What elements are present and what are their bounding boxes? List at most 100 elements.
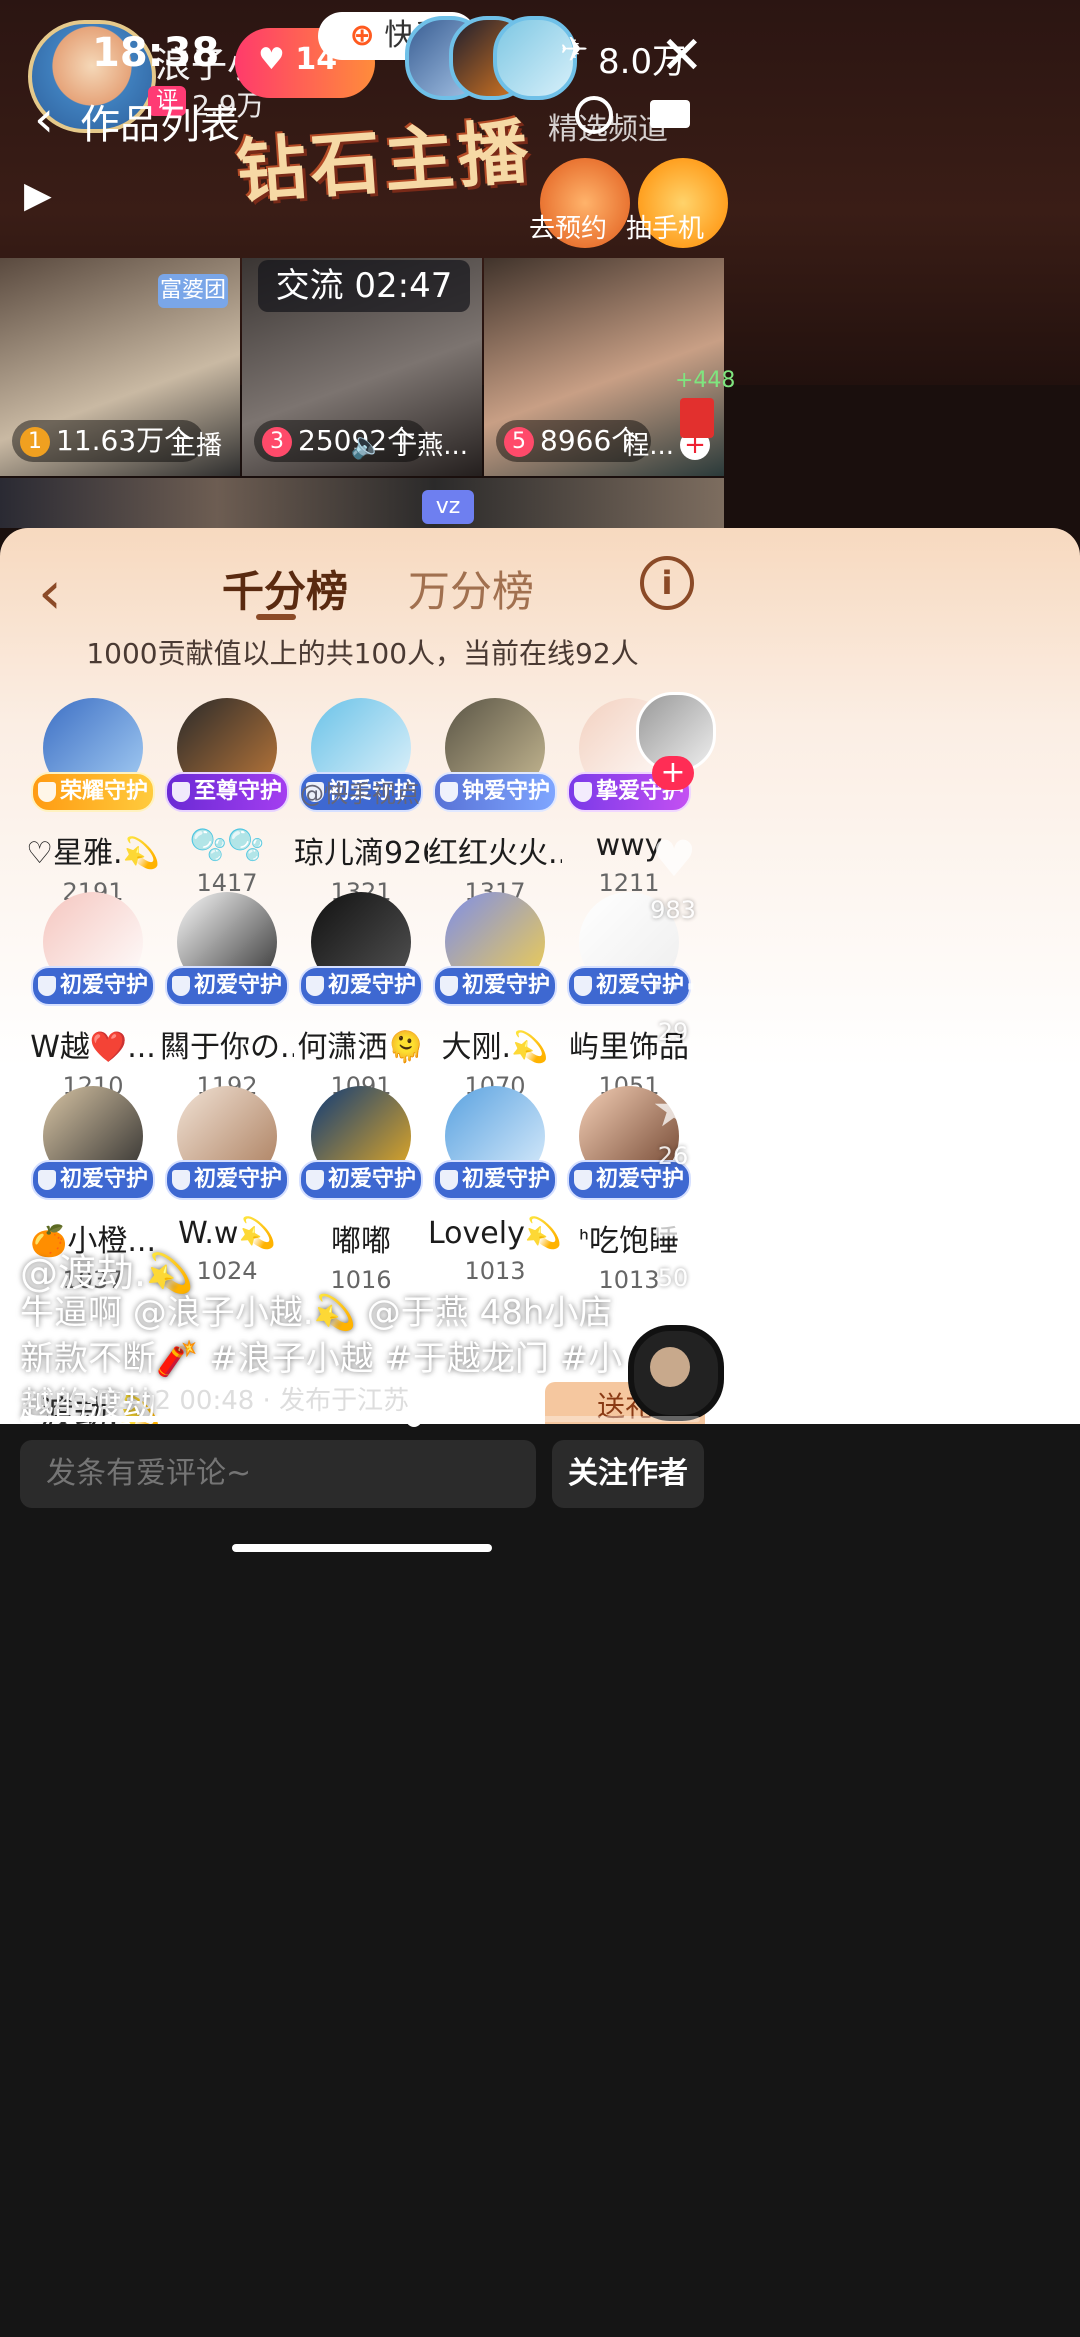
tile-label: 主播 — [169, 431, 222, 461]
ranking-entry[interactable]: 初爱守护大刚.💫1070 — [428, 892, 562, 1100]
video-progress-handle[interactable] — [406, 1411, 422, 1427]
user-name: 🫧🫧 — [189, 828, 265, 863]
like-count: 983 — [650, 896, 696, 924]
guard-badge-label: 初爱守护 — [59, 1167, 148, 1192]
menu-icon[interactable] — [650, 100, 690, 128]
shield-icon — [171, 782, 190, 802]
play-arrow-icon[interactable]: ▶ — [24, 175, 52, 216]
guard-badge: 初爱守护 — [165, 1160, 289, 1200]
user-name: 大刚.💫 — [441, 1030, 549, 1065]
share-count: 50 — [657, 1264, 689, 1292]
follow-author-button[interactable]: 关注作者 — [552, 1440, 704, 1508]
guard-badge-label: 初爱守护 — [193, 1167, 282, 1192]
tab-thousand[interactable]: 千分榜 — [222, 558, 348, 619]
panel-back-icon[interactable]: ‹ — [38, 558, 62, 628]
rank-number: 1 — [20, 427, 50, 457]
gift-label-lottery[interactable]: 抽手机 — [600, 208, 730, 245]
shield-icon — [171, 1170, 190, 1190]
guard-badge-label: 初爱守护 — [461, 1167, 550, 1192]
shield-icon — [37, 1170, 56, 1190]
guard-badge: 至尊守护 — [165, 772, 289, 812]
user-name: 红红火火... — [428, 836, 562, 871]
search-icon[interactable] — [575, 96, 613, 134]
live-tile[interactable]: 5 8966个 程... + — [484, 258, 724, 476]
guard-badge-label: 钟爱守护 — [461, 779, 550, 804]
mute-icon: 🔈 — [350, 431, 383, 461]
ranking-entry[interactable]: 初爱守护W越❤️...1210 — [26, 892, 160, 1100]
tile-label: 程... — [623, 431, 674, 461]
shield-icon — [305, 976, 324, 996]
guard-badge-label: 至尊守护 — [193, 779, 282, 804]
shield-icon — [37, 782, 56, 802]
guard-badge: 初爱守护 — [165, 966, 289, 1006]
guard-badge-label: 初爱守护 — [327, 973, 416, 998]
kuaishou-logo-icon: ⊕ — [349, 18, 375, 53]
guard-badge-label: 初爱守护 — [59, 973, 148, 998]
favorite-count: 26 — [657, 1142, 689, 1170]
ranking-entry[interactable]: 至尊守护 🫧🫧 1417 — [160, 698, 294, 897]
post-meta: 2026-02-02 00:48 · 发布于江苏 — [20, 1386, 410, 1416]
video-progress-fill — [20, 1416, 414, 1422]
guard-badge: 初爱守护 — [299, 1160, 423, 1200]
comment-input[interactable] — [20, 1440, 536, 1508]
shield-icon — [573, 976, 592, 996]
bottom-bar — [0, 1424, 1080, 2337]
ranking-entry[interactable]: 荣耀守护♡星雅.💫2191 — [26, 698, 160, 906]
ranking-subtitle: 1000贡献值以上的共100人，当前在线92人 — [86, 637, 639, 670]
guard-badge: 钟爱守护 — [433, 772, 557, 812]
close-icon[interactable]: ✕ — [660, 26, 704, 86]
follow-plus-icon[interactable]: + — [652, 756, 694, 790]
shield-icon — [37, 976, 56, 996]
comment-icon[interactable]: ⋯ — [646, 956, 702, 1014]
guard-badge-label: 荣耀守护 — [59, 779, 148, 804]
user-name: ♡星雅.💫 — [26, 836, 160, 871]
user-name: 嘟嘟 — [331, 1224, 391, 1259]
like-icon[interactable]: ♥ — [646, 830, 702, 888]
tile-badge: 富婆团 — [158, 274, 228, 308]
shield-icon — [439, 782, 458, 802]
ranking-entry[interactable]: 钟爱守护红红火火...1317 — [428, 698, 562, 906]
pk-timer: 交流 02:47 — [258, 260, 470, 312]
top-viewer-avatars[interactable] — [405, 16, 577, 100]
watermark: @快手视点 — [300, 780, 420, 808]
guard-badge: 初爱守护 — [299, 966, 423, 1006]
ranking-entry[interactable]: 初爱守护闗于你の...1192 — [160, 892, 294, 1100]
info-icon[interactable]: i — [640, 556, 694, 610]
vz-badge: vz — [422, 490, 474, 524]
live-tile-row[interactable] — [0, 478, 724, 528]
guard-badge-label: 初爱守护 — [193, 973, 282, 998]
guard-badge: 初爱守护 — [433, 1160, 557, 1200]
user-name: Lovely💫 — [428, 1216, 562, 1251]
guard-badge-label: 初爱守护 — [327, 1167, 416, 1192]
back-title[interactable]: 作品列表 — [80, 92, 240, 150]
home-indicator[interactable] — [232, 1544, 492, 1552]
music-disc-cover — [650, 1347, 690, 1387]
red-packet-icon[interactable] — [680, 398, 714, 438]
ranking-entry[interactable]: 初爱守护 Lovely💫 1013 — [428, 1086, 562, 1285]
airplane-icon: ✈ — [560, 30, 589, 70]
tile-label: 🔈 于燕... — [350, 431, 468, 461]
user-name: 何潇洒🫠 — [297, 1030, 425, 1065]
tab-ten-thousand[interactable]: 万分榜 — [408, 558, 534, 619]
guard-badge: 初爱守护 — [31, 1160, 155, 1200]
user-name: W越❤️... — [30, 1030, 156, 1065]
shield-icon — [573, 1170, 592, 1190]
guard-badge: 初爱守护 — [31, 966, 155, 1006]
shield-icon — [573, 782, 592, 802]
favorite-icon[interactable]: ★ — [646, 1080, 702, 1138]
ranking-entry[interactable]: 初爱守护何潇洒🫠1091 — [294, 892, 428, 1100]
rank-number: 3 — [262, 427, 292, 457]
shield-icon — [305, 1170, 324, 1190]
banner-title: 钻石主播 — [233, 110, 535, 214]
ranking-entry[interactable]: 初爱守护 嘟嘟 1016 — [294, 1086, 428, 1294]
share-icon[interactable]: ➦ — [646, 1200, 702, 1258]
post-author[interactable]: @渡劫.💫 — [20, 1242, 193, 1297]
tab-underline — [256, 614, 296, 620]
user-name: 琼儿滴926 — [294, 836, 428, 871]
guard-badge: 初爱守护 — [433, 966, 557, 1006]
plus-count: +448 — [675, 368, 736, 393]
back-chevron-icon[interactable]: ‹ — [34, 90, 54, 148]
guard-badge: 荣耀守护 — [31, 772, 155, 812]
shield-icon — [439, 976, 458, 996]
guard-badge-label: 初爱守护 — [595, 1167, 684, 1192]
